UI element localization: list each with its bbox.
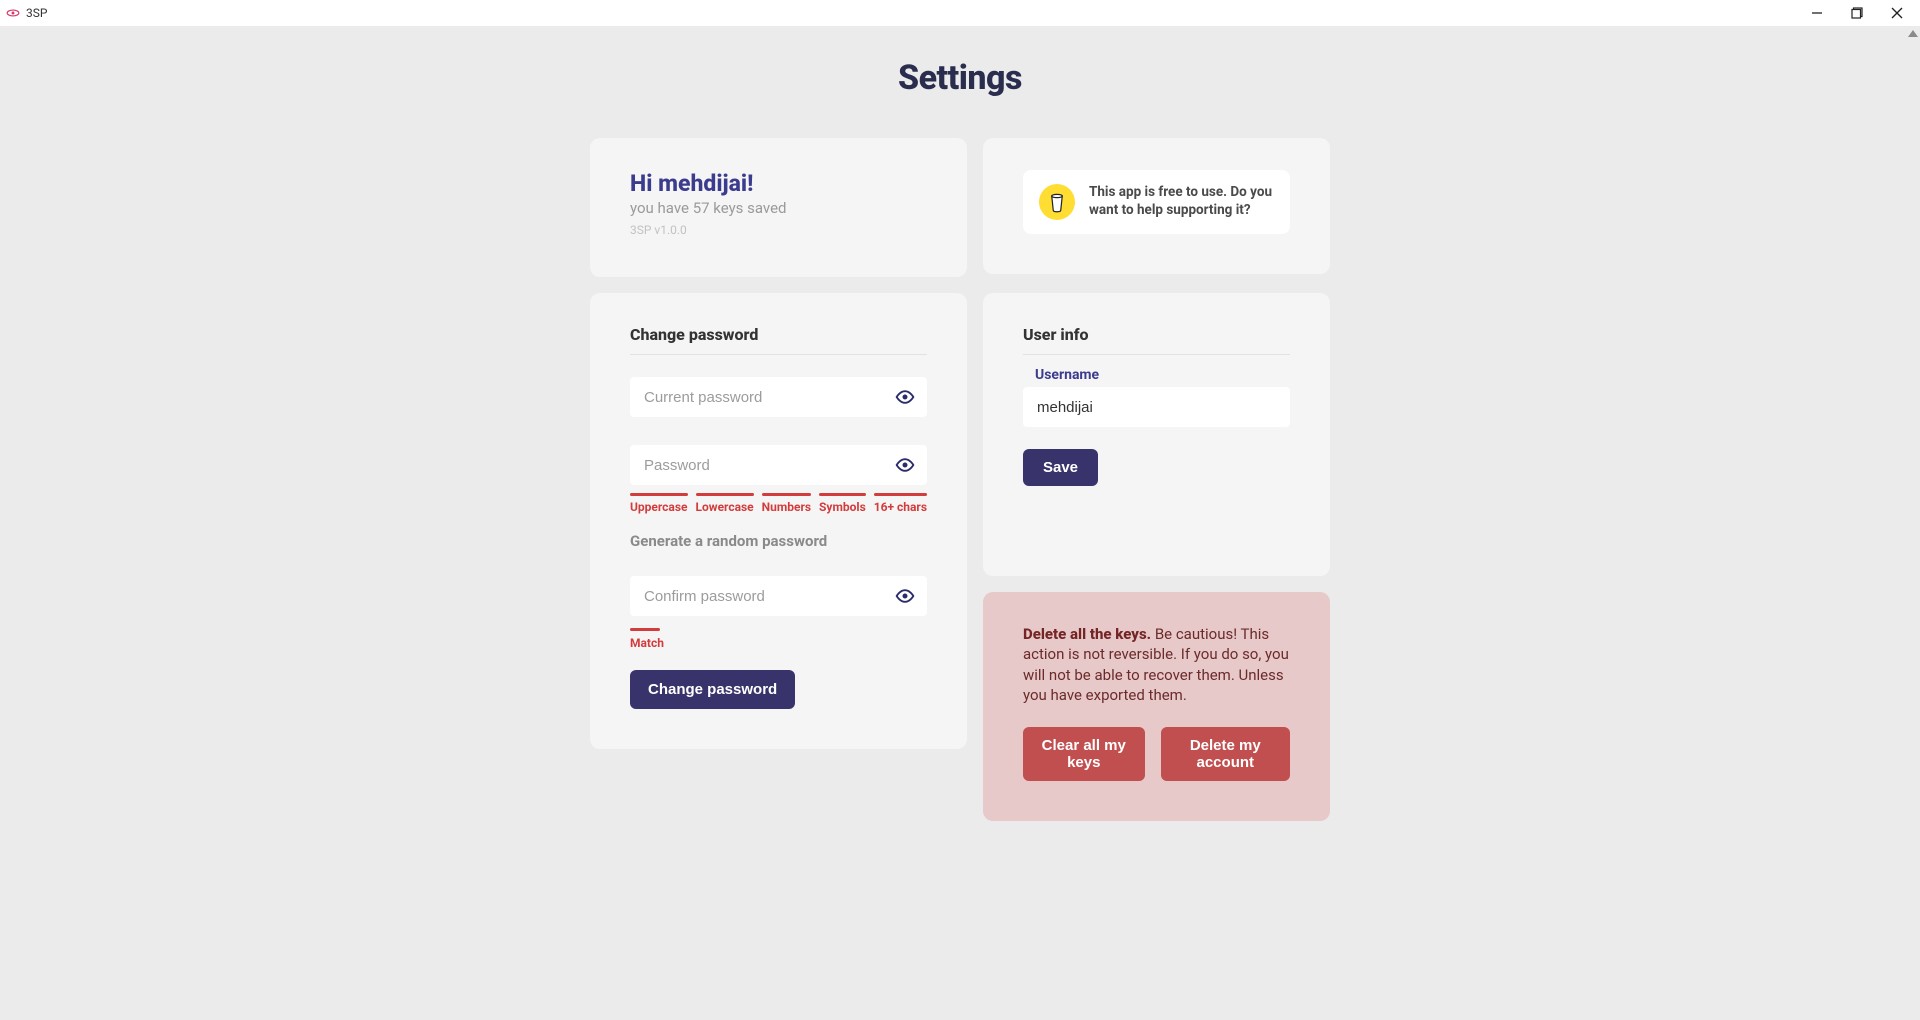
- window-minimize-button[interactable]: [1806, 2, 1828, 24]
- req-numbers: Numbers: [762, 493, 811, 514]
- scrollbar-up-icon[interactable]: [1908, 30, 1918, 37]
- current-password-input[interactable]: [644, 389, 885, 406]
- generate-password-link[interactable]: Generate a random password: [630, 532, 927, 550]
- req-symbols: Symbols: [819, 493, 866, 514]
- change-password-card: Change password Uppercase Lowercase Numb…: [590, 293, 967, 749]
- new-password-field[interactable]: [630, 445, 927, 485]
- user-info-title: User info: [1023, 325, 1290, 355]
- greeting-subtitle: you have 57 keys saved: [630, 199, 927, 217]
- toggle-current-password-visibility-icon[interactable]: [893, 385, 917, 409]
- confirm-password-input[interactable]: [644, 588, 885, 605]
- greeting-hi: Hi mehdijai!: [630, 170, 927, 197]
- window-title: 3SP: [26, 6, 47, 20]
- current-password-field[interactable]: [630, 377, 927, 417]
- username-field[interactable]: [1023, 387, 1290, 427]
- new-password-input[interactable]: [644, 457, 885, 474]
- toggle-new-password-visibility-icon[interactable]: [893, 453, 917, 477]
- password-requirements: Uppercase Lowercase Numbers Symbols 16+ …: [630, 493, 927, 514]
- username-input[interactable]: [1037, 399, 1276, 416]
- window-titlebar: 3SP: [0, 0, 1920, 26]
- confirm-password-field[interactable]: [630, 576, 927, 616]
- user-info-card: User info Username Save: [983, 293, 1330, 576]
- password-match-indicator: Match: [630, 628, 927, 650]
- app-version: 3SP v1.0.0: [630, 223, 927, 237]
- support-card: This app is free to use. Do you want to …: [983, 138, 1330, 274]
- main-viewport: Settings Hi mehdijai! you have 57 keys s…: [0, 26, 1920, 1020]
- danger-warning-text: Delete all the keys. Be cautious! This a…: [1023, 624, 1290, 705]
- support-banner[interactable]: This app is free to use. Do you want to …: [1023, 170, 1290, 234]
- window-close-button[interactable]: [1886, 2, 1908, 24]
- danger-warning-lead: Delete all the keys.: [1023, 625, 1151, 643]
- req-uppercase: Uppercase: [630, 493, 688, 514]
- window-maximize-button[interactable]: [1846, 2, 1868, 24]
- danger-zone-card: Delete all the keys. Be cautious! This a…: [983, 592, 1330, 821]
- username-label: Username: [1035, 367, 1290, 383]
- change-password-button[interactable]: Change password: [630, 670, 795, 709]
- toggle-confirm-password-visibility-icon[interactable]: [893, 584, 917, 608]
- delete-account-button[interactable]: Delete my account: [1161, 727, 1290, 781]
- save-user-button[interactable]: Save: [1023, 449, 1098, 486]
- change-password-title: Change password: [630, 325, 927, 355]
- req-lowercase: Lowercase: [696, 493, 754, 514]
- coffee-cup-icon: [1039, 184, 1075, 220]
- support-text: This app is free to use. Do you want to …: [1089, 184, 1274, 219]
- app-icon: [6, 6, 20, 20]
- clear-keys-button[interactable]: Clear all my keys: [1023, 727, 1145, 781]
- req-length: 16+ chars: [874, 493, 927, 514]
- greeting-card: Hi mehdijai! you have 57 keys saved 3SP …: [590, 138, 967, 277]
- page-title: Settings: [0, 26, 1920, 138]
